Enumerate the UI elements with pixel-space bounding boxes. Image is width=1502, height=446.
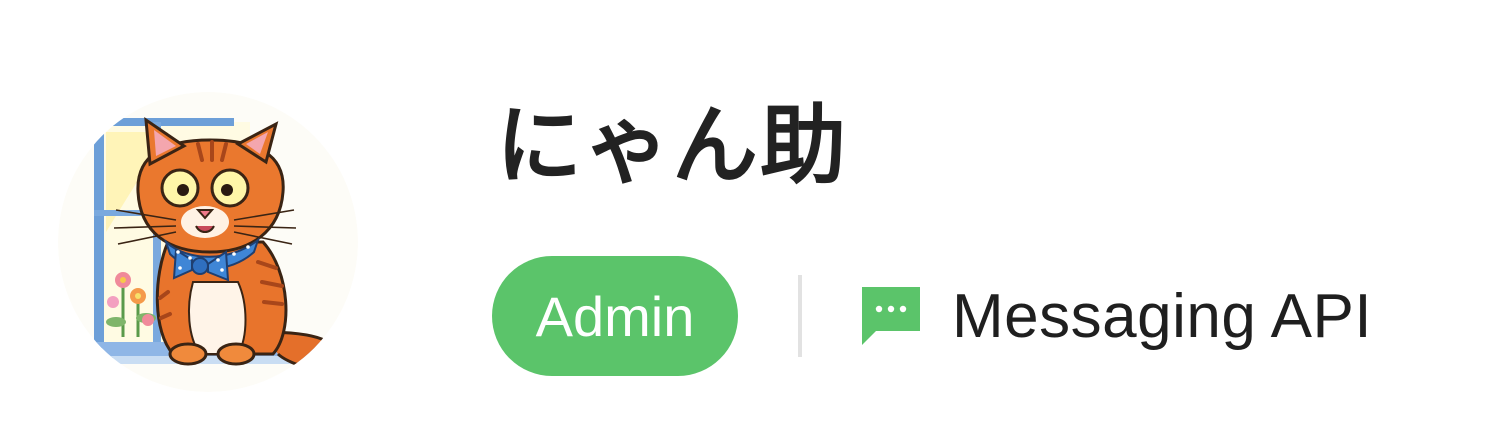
channel-type-label: Messaging API xyxy=(952,281,1373,351)
account-meta: Admin Messaging API xyxy=(492,256,1372,376)
account-header: にゃん助 Admin Messaging API xyxy=(0,0,1502,446)
role-badge: Admin xyxy=(492,256,738,376)
cat-avatar-icon xyxy=(58,92,358,392)
channel-type: Messaging API xyxy=(860,281,1372,352)
avatar[interactable] xyxy=(58,92,358,392)
chat-bubble-icon xyxy=(862,287,920,345)
account-name: にゃん助 xyxy=(496,96,848,196)
meta-divider xyxy=(798,275,802,357)
